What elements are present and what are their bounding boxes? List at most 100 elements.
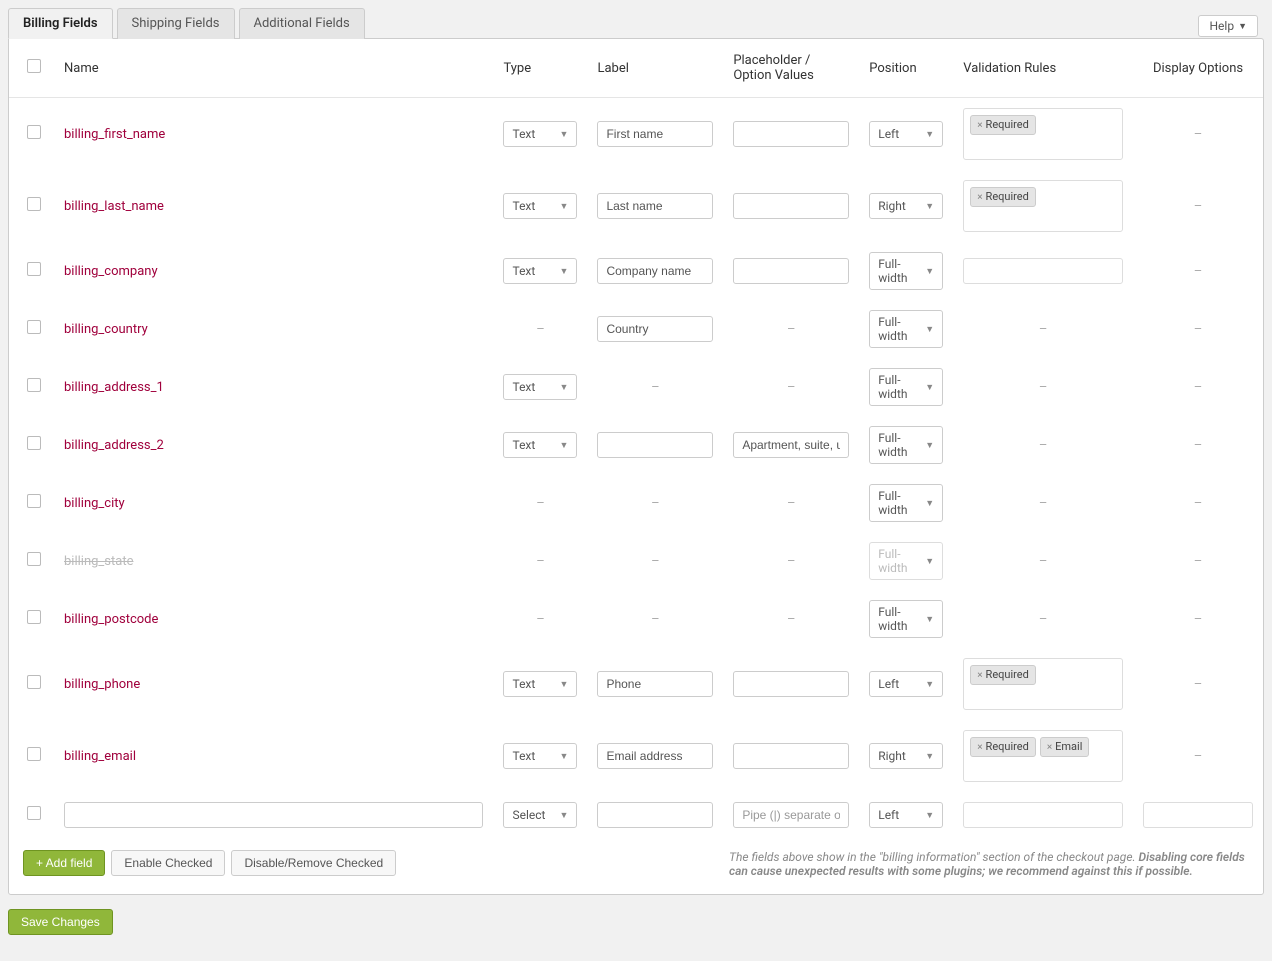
field-name-link[interactable]: billing_company: [64, 264, 158, 279]
empty-dash: –: [597, 380, 713, 395]
tag-required[interactable]: ×Required: [970, 115, 1036, 135]
tab-additional-fields[interactable]: Additional Fields: [239, 8, 365, 39]
disable-checked-button[interactable]: Disable/Remove Checked: [231, 850, 396, 876]
enable-checked-button[interactable]: Enable Checked: [111, 850, 225, 876]
row-checkbox[interactable]: [27, 197, 41, 211]
field-name-link[interactable]: billing_city: [64, 496, 125, 511]
select[interactable]: Full-width▼: [869, 426, 943, 464]
text-input[interactable]: [597, 671, 713, 697]
field-name-link[interactable]: billing_country: [64, 322, 148, 337]
text-input[interactable]: [597, 193, 713, 219]
field-name-link: billing_state: [64, 554, 133, 569]
text-input[interactable]: [733, 432, 849, 458]
select[interactable]: Text▼: [503, 743, 577, 769]
remove-tag-icon[interactable]: ×: [977, 669, 982, 682]
select[interactable]: Full-width▼: [869, 252, 943, 290]
row-checkbox[interactable]: [27, 378, 41, 392]
empty-dash: –: [733, 554, 849, 569]
select[interactable]: Full-width▼: [869, 368, 943, 406]
row-checkbox[interactable]: [27, 494, 41, 508]
select[interactable]: Full-width▼: [869, 310, 943, 348]
field-name-link[interactable]: billing_email: [64, 749, 136, 764]
col-name: Name: [54, 39, 493, 98]
text-input[interactable]: [733, 671, 849, 697]
validation-tagbox[interactable]: [963, 258, 1123, 284]
save-changes-button[interactable]: Save Changes: [8, 909, 113, 935]
remove-tag-icon[interactable]: ×: [1047, 741, 1052, 754]
chevron-down-icon: ▼: [925, 382, 934, 393]
row-checkbox[interactable]: [27, 552, 41, 566]
select[interactable]: Left▼: [869, 671, 943, 697]
select[interactable]: Full-width▼: [869, 600, 943, 638]
row-checkbox[interactable]: [27, 262, 41, 276]
text-input[interactable]: [733, 258, 849, 284]
tab-billing-fields[interactable]: Billing Fields: [8, 8, 113, 39]
tag-required[interactable]: ×Required: [970, 187, 1036, 207]
add-field-button[interactable]: + Add field: [23, 850, 105, 876]
select[interactable]: Left▼: [869, 121, 943, 147]
remove-tag-icon[interactable]: ×: [977, 191, 982, 204]
select[interactable]: Left▼: [869, 802, 943, 828]
col-label: Label: [587, 39, 723, 98]
field-name-link[interactable]: billing_address_1: [64, 380, 164, 395]
field-name-link[interactable]: billing_last_name: [64, 199, 164, 214]
tab-shipping-fields[interactable]: Shipping Fields: [117, 8, 235, 39]
validation-tagbox[interactable]: ×Required: [963, 108, 1123, 160]
help-label: Help: [1209, 19, 1234, 33]
tag-required[interactable]: ×Required: [970, 737, 1036, 757]
select[interactable]: Right▼: [869, 743, 943, 769]
select[interactable]: Text▼: [503, 432, 577, 458]
field-name-link[interactable]: billing_address_2: [64, 438, 164, 453]
text-input[interactable]: [597, 316, 713, 342]
chevron-down-icon: ▼: [925, 556, 934, 567]
select[interactable]: Select▼: [503, 802, 577, 828]
remove-tag-icon[interactable]: ×: [977, 741, 982, 754]
text-input[interactable]: [597, 432, 713, 458]
select[interactable]: Text▼: [503, 374, 577, 400]
select[interactable]: Full-width▼: [869, 484, 943, 522]
row-checkbox[interactable]: [27, 320, 41, 334]
validation-tagbox[interactable]: ×Required: [963, 180, 1123, 232]
text-input[interactable]: [733, 121, 849, 147]
new-field-name-input[interactable]: [64, 802, 483, 828]
chevron-down-icon: ▼: [560, 810, 569, 821]
chevron-down-icon: ▼: [1238, 21, 1247, 32]
field-name-link[interactable]: billing_postcode: [64, 612, 158, 627]
col-validation: Validation Rules: [953, 39, 1133, 98]
select[interactable]: Right▼: [869, 193, 943, 219]
text-input[interactable]: [733, 193, 849, 219]
row-checkbox[interactable]: [27, 675, 41, 689]
field-name-link[interactable]: billing_first_name: [64, 127, 165, 142]
validation-tagbox[interactable]: [963, 802, 1123, 828]
row-checkbox[interactable]: [27, 436, 41, 450]
help-button[interactable]: Help ▼: [1198, 15, 1258, 37]
select[interactable]: Text▼: [503, 121, 577, 147]
row-checkbox[interactable]: [27, 610, 41, 624]
field-name-link[interactable]: billing_phone: [64, 677, 140, 692]
select[interactable]: Text▼: [503, 671, 577, 697]
select-all-checkbox[interactable]: [27, 59, 41, 73]
validation-tagbox[interactable]: ×Required×Email: [963, 730, 1123, 782]
tag-required[interactable]: ×Required: [970, 665, 1036, 685]
remove-tag-icon[interactable]: ×: [977, 119, 982, 132]
text-input[interactable]: [597, 743, 713, 769]
text-input[interactable]: [733, 743, 849, 769]
row-checkbox[interactable]: [27, 806, 41, 820]
chevron-down-icon: ▼: [925, 614, 934, 625]
row-checkbox[interactable]: [27, 125, 41, 139]
empty-dash: –: [963, 322, 1123, 337]
row-checkbox[interactable]: [27, 747, 41, 761]
chevron-down-icon: ▼: [925, 440, 934, 451]
text-input[interactable]: [597, 802, 713, 828]
text-input[interactable]: [733, 802, 849, 828]
empty-dash: –: [1143, 677, 1253, 692]
empty-dash: –: [963, 554, 1123, 569]
select[interactable]: Text▼: [503, 193, 577, 219]
select[interactable]: Text▼: [503, 258, 577, 284]
display-options-box[interactable]: [1143, 802, 1253, 828]
text-input[interactable]: [597, 258, 713, 284]
tag-email[interactable]: ×Email: [1040, 737, 1090, 757]
text-input[interactable]: [597, 121, 713, 147]
validation-tagbox[interactable]: ×Required: [963, 658, 1123, 710]
table-row: billing_companyText▼Full-width▼–: [9, 242, 1263, 300]
